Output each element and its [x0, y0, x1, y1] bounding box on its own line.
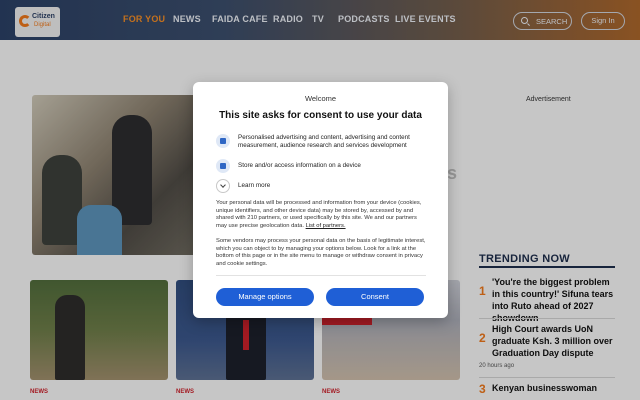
list-of-partners-link[interactable]: List of partners.: [306, 223, 346, 229]
chevron-down-icon: [216, 179, 230, 193]
consent-divider: [216, 275, 426, 276]
consent-title: This site asks for consent to use your d…: [219, 110, 422, 121]
device-icon: [216, 159, 230, 173]
purpose-text: Store and/or access information on a dev…: [238, 162, 361, 169]
consent-button[interactable]: Consent: [326, 288, 424, 306]
person-icon: [216, 134, 230, 148]
learn-more-label[interactable]: Learn more: [238, 182, 428, 190]
purpose-text: Personalised advertising and content, ad…: [238, 134, 410, 149]
consent-dialog: Welcome This site asks for consent to us…: [193, 82, 448, 318]
consent-welcome: Welcome: [304, 94, 337, 103]
manage-options-button[interactable]: Manage options: [216, 288, 314, 306]
consent-body-2: Some vendors may process your personal d…: [216, 238, 426, 267]
consent-body-1: Your personal data will be processed and…: [216, 200, 426, 230]
